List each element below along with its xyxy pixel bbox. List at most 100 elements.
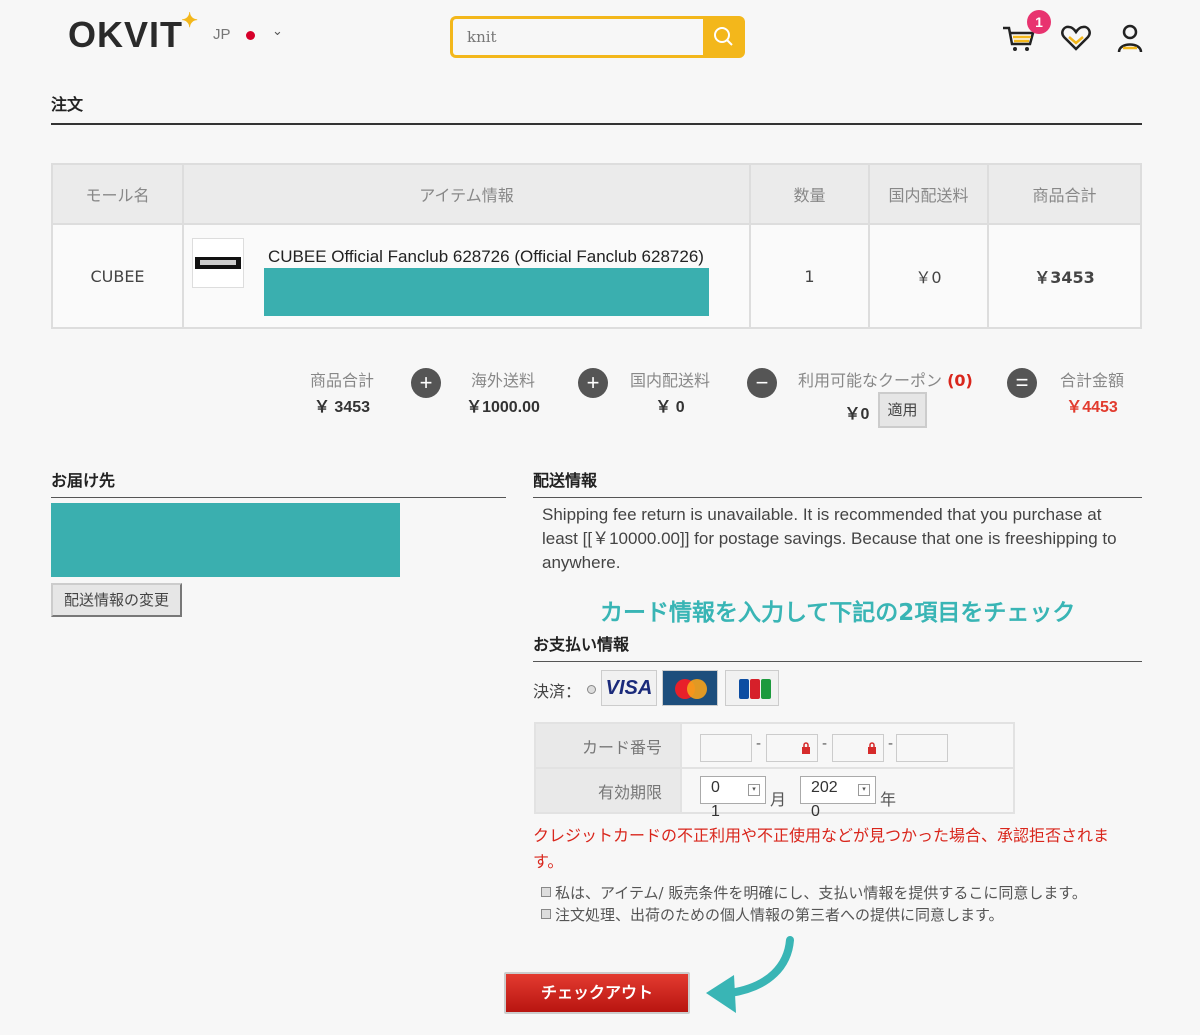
payment-divider [533, 661, 1142, 662]
shipping-info-divider [533, 497, 1142, 498]
order-title: 注文 [51, 95, 84, 114]
payment-radio[interactable] [587, 685, 596, 694]
jcb-blue-bar [739, 679, 749, 699]
item-subtotal: ￥3453 [987, 223, 1142, 329]
expiry-label: 有効期限 [534, 767, 682, 814]
overseas-shipping-label: 海外送料 [470, 371, 535, 390]
table-header-row: モール名 アイテム情報 数量 国内配送料 商品合計 [51, 163, 1142, 225]
year-unit: 年 [880, 790, 897, 809]
col-mall: モール名 [51, 163, 184, 225]
visa-logo: VISA [605, 677, 653, 699]
dropdown-arrow-icon: ▾ [748, 784, 760, 796]
dash: - [756, 736, 762, 752]
lock-icon [868, 742, 876, 754]
equals-icon: = [1007, 368, 1037, 398]
domestic-shipping-label: 国内配送料 [629, 371, 710, 390]
item-thumbnail[interactable] [192, 238, 244, 288]
search-box [450, 16, 705, 58]
search-input[interactable] [453, 19, 705, 55]
heart-icon[interactable] [1061, 24, 1091, 52]
pointer-arrow-icon [706, 936, 794, 1013]
minus-icon: − [747, 368, 777, 398]
dropdown-arrow-icon: ▾ [858, 784, 870, 796]
agree-privacy-checkbox[interactable] [541, 908, 551, 919]
expiry-month-wrap: 1 [711, 803, 720, 820]
expiry-month-select[interactable]: 0 ▾ 1 [700, 776, 766, 820]
overseas-shipping-value: ￥1000.00 [466, 399, 540, 416]
shipping-info-text: Shipping fee return is unavailable. It i… [542, 505, 1117, 572]
item-domestic-shipping: ￥0 [868, 223, 989, 329]
chevron-down-icon[interactable]: ⌄ [272, 24, 283, 39]
coupon-count: (0) [947, 371, 973, 390]
fraud-warning: クレジットカードの不正利用や不正使用などが見つかった場合、承認拒否されます。 [533, 826, 1110, 871]
col-item-info: アイテム情報 [182, 163, 751, 225]
order-divider [51, 123, 1142, 125]
card-number-part-1[interactable] [700, 734, 752, 762]
card-form: カード番号 - - - 有効期限 0 ▾ 1 月 202 ▾ 0 年 [534, 722, 1015, 820]
visa-card-option[interactable]: VISA [601, 670, 657, 706]
agree-privacy-row[interactable]: 注文処理、出荷のための個人情報の第三者への提供に同意します。 [541, 904, 1004, 925]
okvit-logo[interactable]: OKVIT ✦ [68, 10, 198, 56]
agree-privacy-text: 注文処理、出荷のための個人情報の第三者への提供に同意します。 [555, 906, 1004, 924]
jcb-card-option[interactable] [725, 670, 779, 706]
domestic-shipping-value: ￥ 0 [655, 399, 685, 416]
mall-name: CUBEE [51, 223, 184, 329]
search-icon [714, 27, 733, 46]
agree-terms-checkbox[interactable] [541, 886, 551, 897]
plus-icon: + [411, 368, 441, 398]
coupon-label: 利用可能なクーポン (0) [798, 367, 973, 391]
card-number-fields: - - - [680, 722, 1015, 769]
mastercard-yellow-circle [687, 679, 707, 699]
col-subtotal: 商品合計 [987, 163, 1142, 225]
grand-total-label: 合計金額 [1059, 371, 1124, 390]
expiry-year-value: 202 [811, 779, 838, 796]
item-info-cell: CUBEE Official Fanclub 628726 (Official … [182, 223, 751, 329]
payment-title: お支払い情報 [533, 635, 630, 654]
card-number-part-2[interactable] [766, 734, 818, 762]
agree-terms-row[interactable]: 私は、アイテム/ 販売条件を明確にし、支払い情報を提供するこに同意します。 [541, 882, 1087, 903]
coupon-value: ￥0 [844, 406, 870, 423]
item-quantity: 1 [749, 223, 870, 329]
agree-terms-text: 私は、アイテム/ 販売条件を明確にし、支払い情報を提供するこに同意します。 [555, 884, 1087, 902]
expiry-month-value: 0 [711, 779, 720, 796]
table-row: CUBEE CUBEE Official Fanclub 628726 (Off… [51, 223, 1142, 329]
payment-method-label: 決済： [533, 682, 582, 701]
coupon-label-text: 利用可能なクーポン [798, 371, 943, 390]
lock-icon [802, 742, 810, 754]
jcb-green-bar [761, 679, 771, 699]
japan-flag-icon [246, 31, 255, 40]
card-number-part-3[interactable] [832, 734, 884, 762]
mastercard-option[interactable] [662, 670, 718, 706]
dash: - [822, 736, 828, 752]
logo-star-icon: ✦ [181, 10, 200, 32]
region-label[interactable]: JP [213, 26, 231, 43]
product-total-value: ￥ 3453 [313, 399, 371, 416]
shipping-info-title: 配送情報 [533, 471, 598, 490]
search-button[interactable] [703, 16, 745, 58]
product-total-label: 商品合計 [309, 371, 374, 390]
delivery-title: お届け先 [51, 471, 116, 490]
annotation-text: カード情報を入力して下記の2項目をチェック [600, 600, 1076, 626]
change-delivery-button[interactable]: 配送情報の変更 [51, 583, 182, 617]
expiry-year-select[interactable]: 202 ▾ 0 [800, 776, 876, 820]
card-number-label: カード番号 [534, 722, 682, 769]
jcb-red-bar [750, 679, 760, 699]
user-icon[interactable] [1116, 22, 1144, 54]
cart-count-badge: 1 [1027, 10, 1051, 34]
dash: - [888, 736, 894, 752]
checkout-button[interactable]: チェックアウト [504, 972, 690, 1014]
apply-coupon-button[interactable]: 適用 [878, 392, 927, 428]
grand-total-value: ￥4453 [1066, 399, 1118, 416]
expiry-year-wrap: 0 [811, 803, 820, 820]
item-name[interactable]: CUBEE Official Fanclub 628726 (Official … [268, 247, 704, 267]
expiry-fields: 0 ▾ 1 月 202 ▾ 0 年 [680, 767, 1015, 820]
card-number-part-4[interactable] [896, 734, 948, 762]
redacted-address [51, 503, 400, 577]
col-domestic-shipping: 国内配送料 [868, 163, 989, 225]
order-table: モール名 アイテム情報 数量 国内配送料 商品合計 CUBEE CUBEE Of… [51, 163, 1142, 329]
month-unit: 月 [770, 790, 787, 809]
delivery-divider [51, 497, 506, 498]
plus-icon: + [578, 368, 608, 398]
col-quantity: 数量 [749, 163, 870, 225]
logo-text: OKVIT [68, 14, 184, 55]
